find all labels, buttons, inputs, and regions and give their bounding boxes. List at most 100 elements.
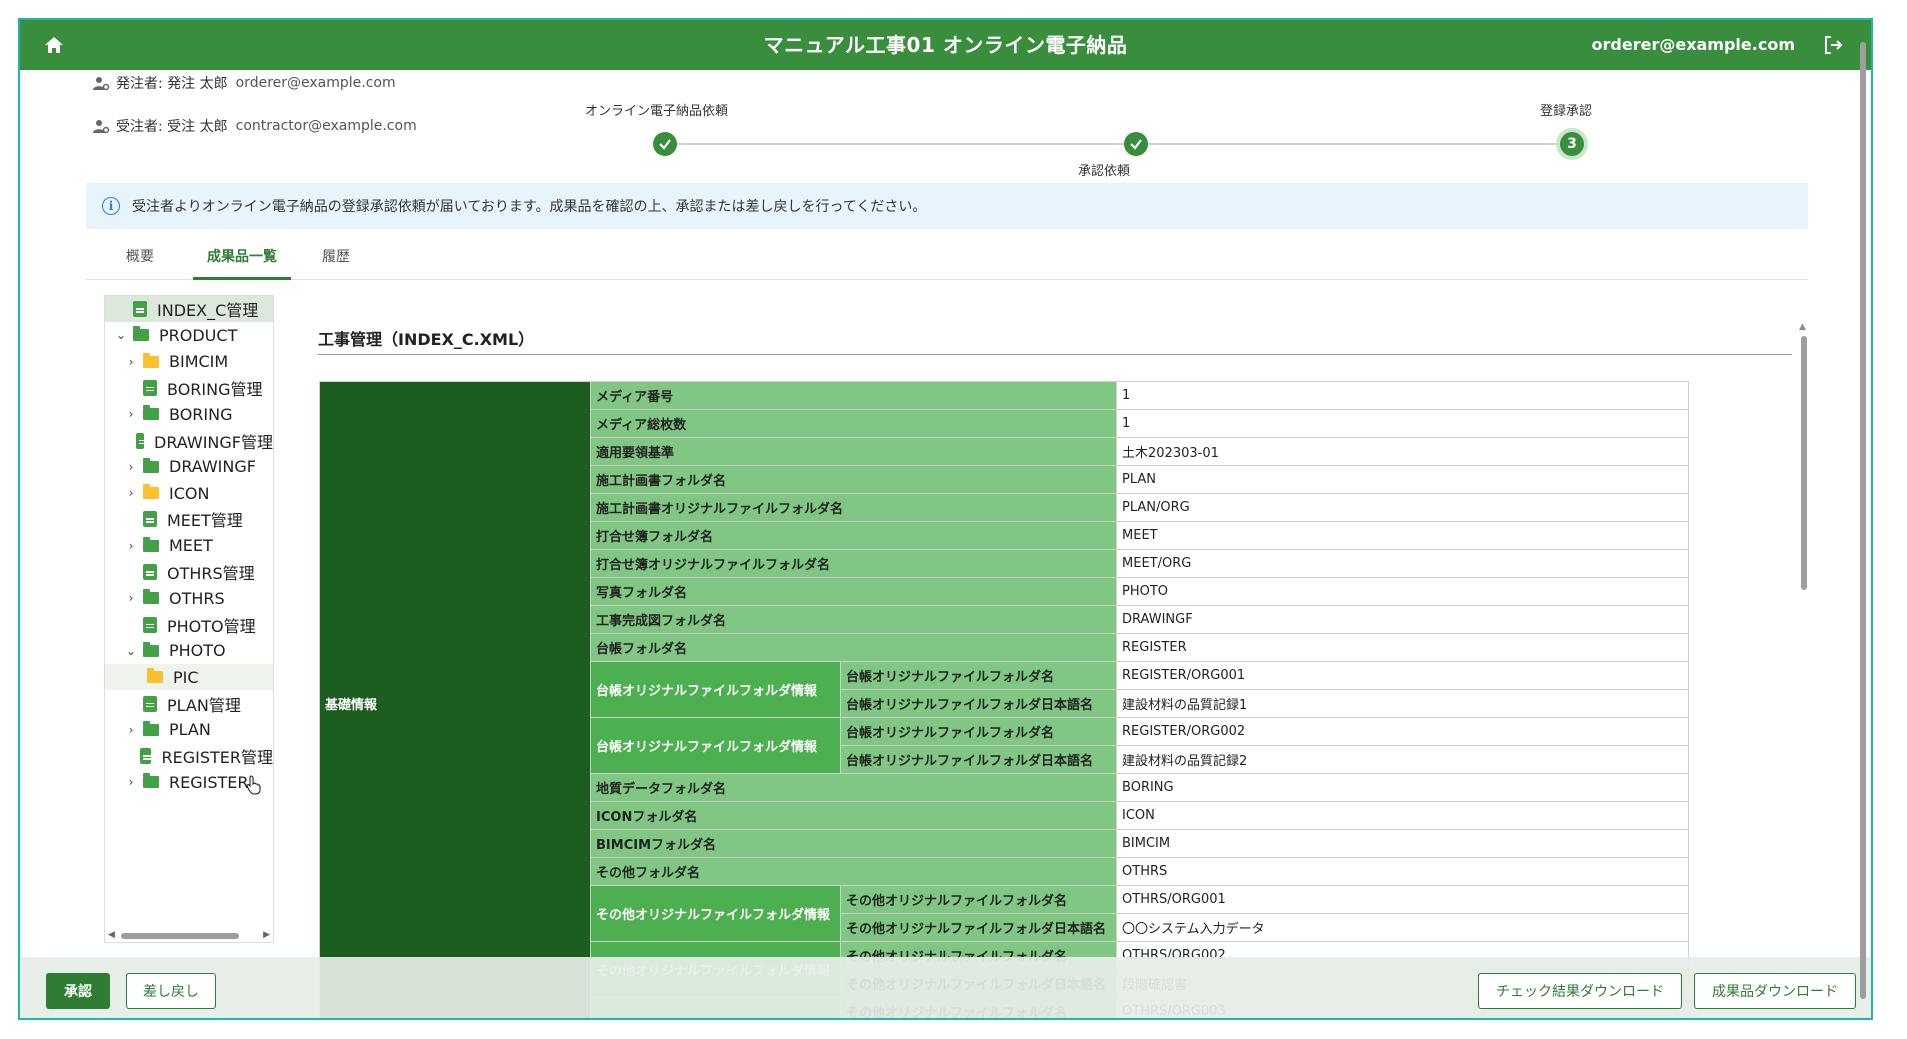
tree-item[interactable]: PHOTO管理 [105, 612, 273, 638]
section-label: 基礎情報 [318, 381, 592, 1018]
chevron-right-icon[interactable]: › [125, 591, 137, 605]
table-row: 基礎情報 メディア番号 1 [318, 381, 1690, 1018]
tree-item-label: DRAWINGF [169, 457, 256, 477]
check-result-download-button[interactable]: チェック結果ダウンロード [1478, 973, 1682, 1009]
folder-icon [143, 484, 159, 500]
tree-item[interactable]: ⌄ PRODUCT [105, 322, 273, 348]
tree-item-label: PHOTO管理 [167, 616, 256, 636]
file-icon [143, 511, 157, 528]
step-1-check-icon [653, 132, 677, 156]
chevron-right-icon[interactable]: › [125, 723, 137, 737]
tree-item-label: PRODUCT [159, 325, 238, 345]
product-download-button[interactable]: 成果品ダウンロード [1694, 973, 1856, 1009]
field-label: 台帳オリジナルファイルフォルダ日本語名 [840, 689, 1118, 718]
folder-icon [133, 326, 149, 342]
field-label: その他フォルダ名 [590, 857, 1118, 886]
scrollbar-thumb[interactable] [1801, 336, 1807, 590]
tree-item-label: BORING [169, 404, 233, 424]
folder-icon [143, 457, 159, 473]
chevron-right-icon[interactable]: › [125, 407, 137, 421]
logout-icon[interactable] [1821, 33, 1845, 57]
tree-item[interactable]: › DRAWINGF [105, 454, 273, 480]
step-2-label: 承認依頼 [1078, 164, 1131, 179]
tree-item-label: REGISTER [169, 772, 249, 792]
field-label: 適用要領基準 [590, 437, 1118, 466]
chevron-right-icon[interactable]: › [125, 486, 137, 500]
field-value: REGISTER [1116, 633, 1690, 662]
info-table: 基礎情報 メディア番号 1 メディア総枚数 1 適用要領基準 土木202303-01 施工計画… [318, 381, 1690, 1018]
tree-item[interactable]: REGISTER管理 [105, 743, 273, 769]
app-header: マニュアル工事01 オンライン電子納品 orderer@example.com [20, 20, 1871, 70]
orderer-info: 発注者: 発注 太郎 orderer@example.com [92, 73, 396, 93]
tree-item[interactable]: › ICON [105, 480, 273, 506]
folder-icon [143, 589, 159, 605]
tree-item[interactable]: › BIMCIM [105, 349, 273, 375]
tab-overview[interactable]: 概要 [112, 242, 168, 280]
chevron-right-icon[interactable]: › [125, 355, 137, 369]
tree-item-label: OTHRS [169, 588, 225, 608]
field-label: 施工計画書フォルダ名 [590, 465, 1118, 494]
orderer-label: 発注者: 発注 太郎 [116, 76, 228, 92]
tree-item[interactable]: MEET管理 [105, 506, 273, 532]
content-vertical-scrollbar[interactable]: ▲ [1798, 322, 1810, 982]
group-label: 台帳オリジナルファイルフォルダ情報 [590, 717, 842, 774]
file-icon [143, 616, 157, 633]
tree-item[interactable]: › MEET [105, 533, 273, 559]
tree-horizontal-scrollbar[interactable]: ◀ ▶ [105, 928, 273, 942]
scroll-up-icon[interactable]: ▲ [1799, 322, 1806, 332]
chevron-down-icon[interactable]: ⌄ [115, 328, 127, 342]
field-value: 1 [1116, 381, 1690, 410]
tree-item[interactable]: BORING管理 [105, 375, 273, 401]
tree-item-label: BORING管理 [167, 379, 263, 399]
folder-icon [143, 536, 159, 552]
reject-button[interactable]: 差し戻し [126, 973, 216, 1009]
group-label: 台帳オリジナルファイルフォルダ情報 [590, 661, 842, 718]
chevron-right-icon[interactable]: › [125, 539, 137, 553]
action-footer: 承認 差し戻し チェック結果ダウンロード 成果品ダウンロード [20, 957, 1871, 1018]
tab-bar: 概要 成果品一覧 履歴 [86, 242, 1808, 280]
app-window: マニュアル工事01 オンライン電子納品 orderer@example.com … [18, 18, 1873, 1020]
chevron-right-icon[interactable]: › [125, 775, 137, 789]
info-icon: i [102, 197, 120, 215]
tree-item[interactable]: › OTHRS [105, 585, 273, 611]
file-icon [139, 748, 152, 765]
folder-icon [143, 405, 159, 421]
field-label: 写真フォルダ名 [590, 577, 1118, 606]
file-tree: INDEX_C管理 ⌄ PRODUCT › BIMCIM BORING管理 › BORING D… [104, 295, 274, 943]
approve-button[interactable]: 承認 [46, 973, 110, 1009]
field-label: その他オリジナルファイルフォルダ日本語名 [840, 913, 1118, 942]
folder-icon [147, 668, 163, 684]
field-value: PLAN/ORG [1116, 493, 1690, 522]
page-vertical-scrollbar[interactable] [1857, 36, 1869, 1016]
tree-item[interactable]: OTHRS管理 [105, 559, 273, 585]
tree-item[interactable]: PLAN管理 [105, 691, 273, 717]
tab-deliverables[interactable]: 成果品一覧 [193, 242, 291, 280]
tree-item[interactable]: › PLAN [105, 717, 273, 743]
scroll-right-icon[interactable]: ▶ [263, 930, 270, 940]
tree-item[interactable]: ⌄ PHOTO [105, 638, 273, 664]
file-icon [133, 301, 147, 317]
field-value: BIMCIM [1116, 829, 1690, 858]
chevron-down-icon[interactable]: ⌄ [125, 644, 137, 658]
folder-icon [143, 352, 159, 368]
field-label: ICONフォルダ名 [590, 801, 1118, 830]
tab-history[interactable]: 履歴 [308, 242, 364, 280]
stepper-track [665, 143, 1570, 145]
field-value: PHOTO [1116, 577, 1690, 606]
tree-item[interactable]: › BORING [105, 401, 273, 427]
tree-item-label: PLAN [169, 720, 211, 740]
scroll-left-icon[interactable]: ◀ [108, 930, 115, 940]
tree-item[interactable]: PIC [105, 664, 273, 691]
tree-item-label: ICON [169, 483, 210, 503]
tree-item[interactable]: INDEX_C管理 [105, 296, 273, 322]
info-alert: i 受注者よりオンライン電子納品の登録承認依頼が届いております。成果品を確認の上… [86, 183, 1808, 229]
tree-item-label: INDEX_C管理 [157, 301, 259, 320]
scrollbar-thumb[interactable] [1860, 42, 1866, 999]
field-label: 台帳オリジナルファイルフォルダ名 [840, 661, 1118, 690]
scrollbar-thumb[interactable] [121, 933, 239, 939]
tree-item[interactable]: DRAWINGF管理 [105, 428, 273, 454]
progress-stepper: オンライン電子納品依頼 承認依頼 登録承認 3 [550, 86, 1630, 179]
chevron-right-icon[interactable]: › [125, 460, 137, 474]
file-icon [143, 695, 157, 712]
field-value: 建設材料の品質記録2 [1116, 745, 1690, 774]
